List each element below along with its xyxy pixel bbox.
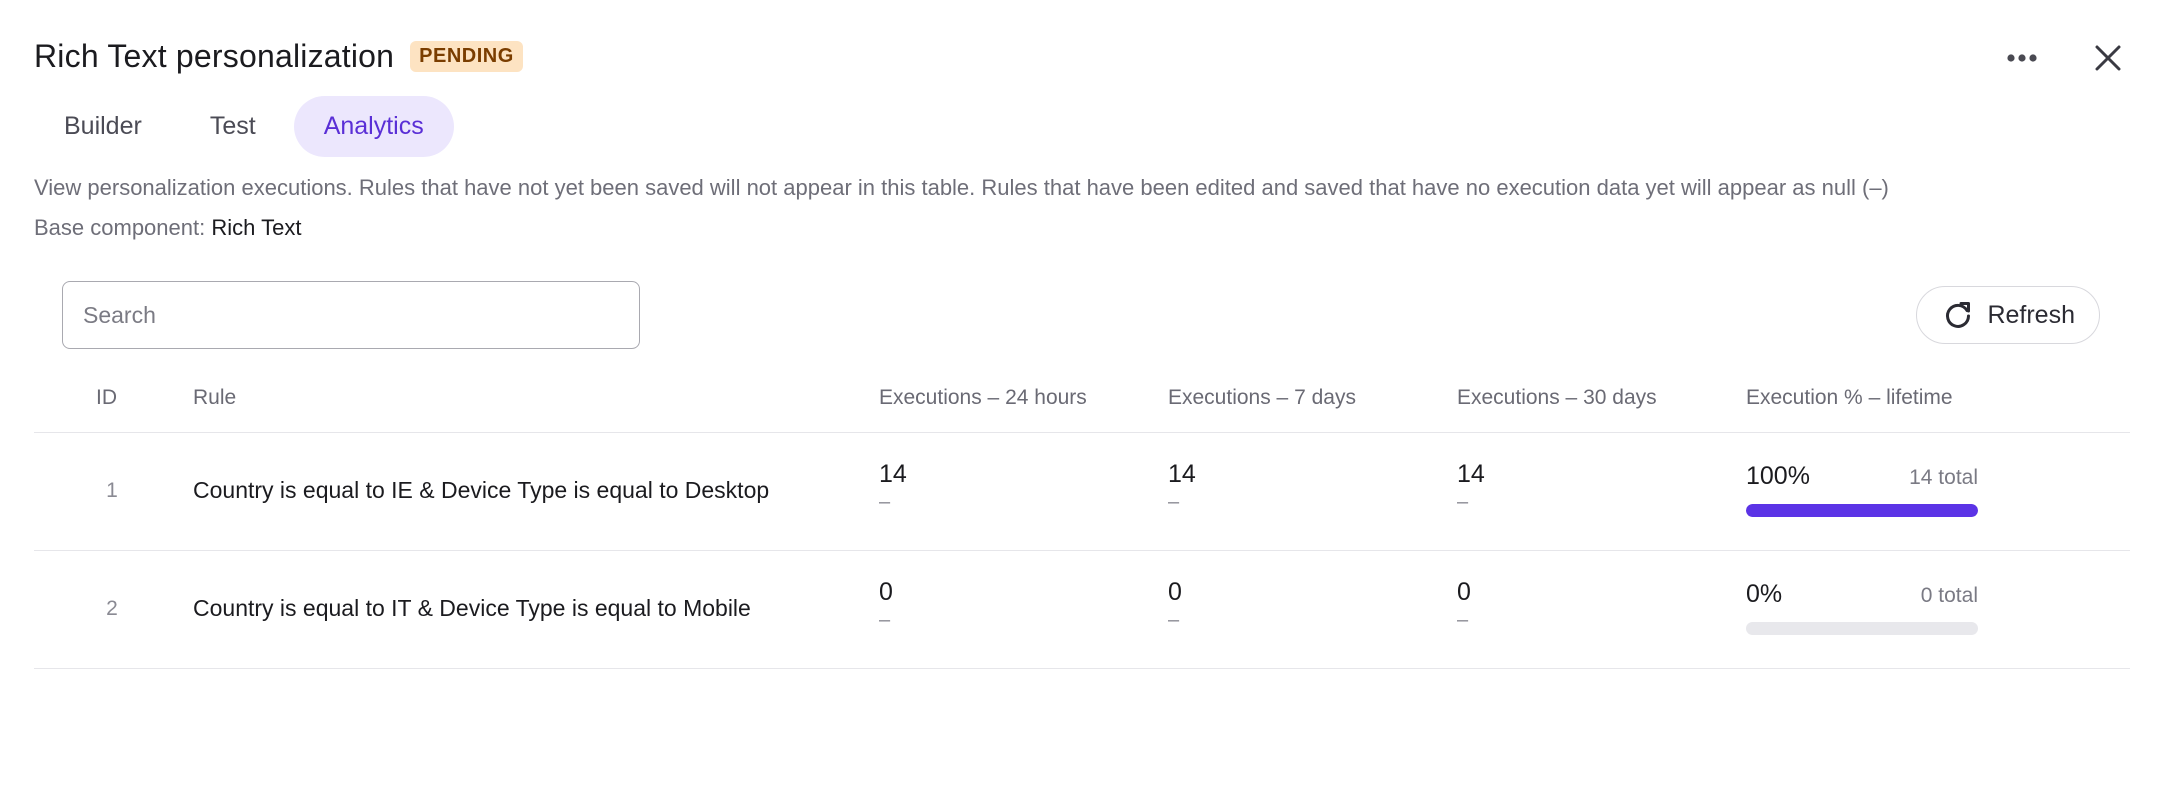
- table-header: ID Rule Executions – 24 hours Executions…: [34, 372, 2130, 433]
- executions-24h-cell: 14 –: [879, 460, 907, 514]
- tab-test[interactable]: Test: [180, 96, 286, 157]
- row-id: 2: [106, 597, 118, 620]
- more-horizontal-icon: [2007, 54, 2037, 62]
- lifetime-progress-bar: [1746, 622, 1978, 635]
- executions-7d-change: –: [1168, 609, 1180, 631]
- lifetime-percent: 0%: [1746, 580, 1783, 608]
- base-component-label: Base component:: [34, 215, 206, 240]
- lifetime-progress-bar: [1746, 504, 1978, 517]
- executions-24h-value: 0: [879, 578, 893, 606]
- lifetime-progress-fill: [1746, 504, 1978, 517]
- column-header-execution-lifetime: Execution % – lifetime: [1746, 386, 1953, 409]
- execution-lifetime-cell: 0% 0 total: [1746, 580, 1978, 635]
- modal-header: Rich Text personalization PENDING: [34, 38, 523, 75]
- executions-7d-value: 14: [1168, 460, 1196, 488]
- tab-bar: Builder Test Analytics: [34, 96, 454, 157]
- status-badge: PENDING: [410, 41, 523, 72]
- executions-30d-change: –: [1457, 491, 1469, 513]
- row-id: 1: [106, 479, 118, 502]
- executions-30d-change: –: [1457, 609, 1469, 631]
- close-icon: [2095, 45, 2121, 71]
- column-header-rule: Rule: [193, 386, 237, 409]
- row-rule: Country is equal to IT & Device Type is …: [193, 595, 751, 621]
- executions-30d-cell: 0 –: [1457, 578, 1471, 632]
- close-button[interactable]: [2088, 38, 2128, 78]
- executions-24h-change: –: [879, 491, 891, 513]
- executions-24h-change: –: [879, 609, 891, 631]
- executions-30d-value: 14: [1457, 460, 1485, 488]
- executions-24h-value: 14: [879, 460, 907, 488]
- column-header-id: ID: [96, 386, 117, 409]
- tab-analytics[interactable]: Analytics: [293, 96, 454, 157]
- execution-lifetime-cell: 100% 14 total: [1746, 462, 1978, 517]
- executions-7d-value: 0: [1168, 578, 1182, 606]
- executions-7d-cell: 14 –: [1168, 460, 1196, 514]
- executions-30d-cell: 14 –: [1457, 460, 1485, 514]
- executions-30d-value: 0: [1457, 578, 1471, 606]
- lifetime-total: 0 total: [1920, 584, 1978, 607]
- lifetime-total: 14 total: [1909, 466, 1978, 489]
- row-rule: Country is equal to IE & Device Type is …: [193, 477, 770, 503]
- base-component-value: Rich Text: [211, 215, 302, 240]
- executions-7d-change: –: [1168, 491, 1180, 513]
- page-title: Rich Text personalization: [34, 38, 395, 74]
- column-header-executions-7d: Executions – 7 days: [1168, 386, 1356, 409]
- executions-24h-cell: 0 –: [879, 578, 893, 632]
- search-input[interactable]: [62, 281, 640, 349]
- header-actions: [2002, 38, 2128, 78]
- analytics-table: ID Rule Executions – 24 hours Executions…: [34, 372, 2130, 669]
- refresh-icon: [1946, 302, 1971, 328]
- more-options-button[interactable]: [2002, 38, 2042, 78]
- table-row[interactable]: 2 Country is equal to IT & Device Type i…: [34, 551, 2130, 669]
- column-header-executions-24h: Executions – 24 hours: [879, 386, 1087, 409]
- executions-7d-cell: 0 –: [1168, 578, 1182, 632]
- description-text: View personalization executions. Rules t…: [34, 175, 1889, 200]
- table-row[interactable]: 1 Country is equal to IE & Device Type i…: [34, 433, 2130, 551]
- refresh-button[interactable]: Refresh: [1916, 286, 2100, 344]
- tab-builder[interactable]: Builder: [34, 96, 172, 157]
- base-component-line: Base component: Rich Text: [34, 215, 301, 241]
- lifetime-percent: 100%: [1746, 462, 1810, 490]
- column-header-executions-30d: Executions – 30 days: [1457, 386, 1657, 409]
- refresh-label: Refresh: [1987, 300, 2075, 329]
